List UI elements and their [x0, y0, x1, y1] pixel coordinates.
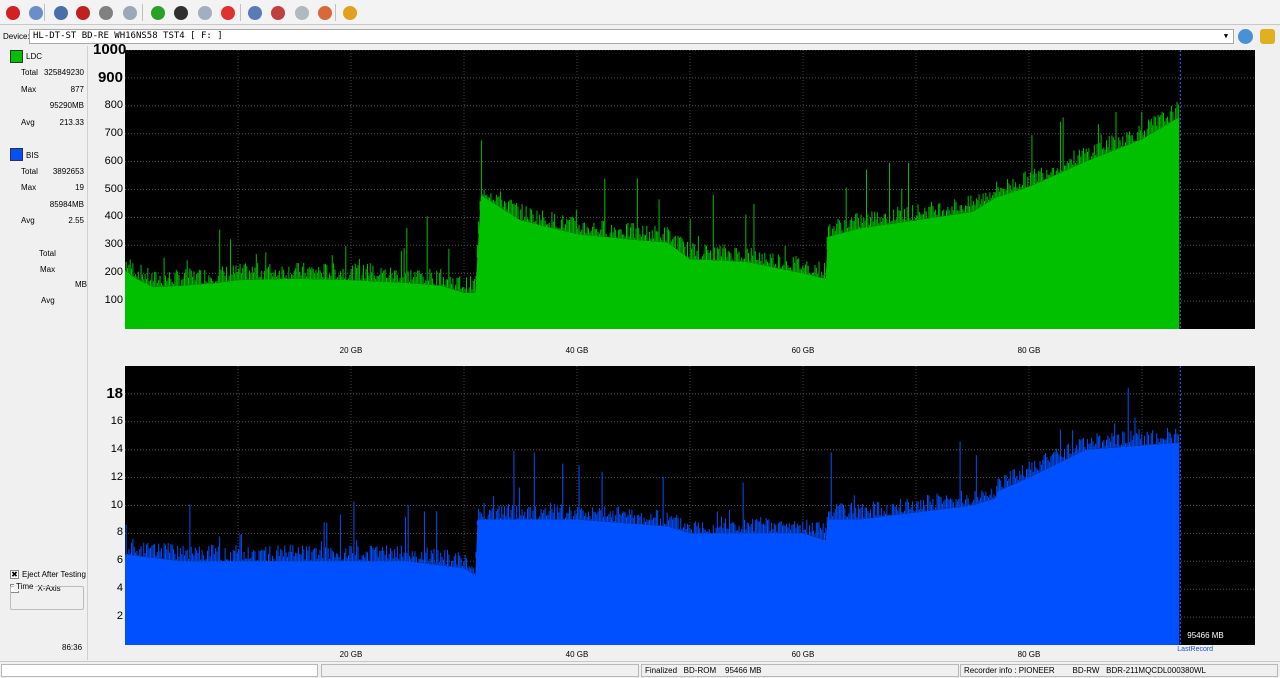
y-tick-label: 8 — [116, 526, 123, 539]
toolbar-separator — [240, 4, 241, 21]
ldc-chart — [125, 50, 1255, 329]
copy-disc-icon[interactable] — [120, 3, 139, 22]
y-tick-label: 700 — [104, 126, 123, 139]
time-label: Time — [14, 582, 36, 591]
x-tick-label: 40 GB — [565, 346, 589, 355]
device-select[interactable]: HL-DT-ST BD-RE WH16NS58 TST4 [ F: ] ▼ — [29, 29, 1234, 44]
extra-max-label: Max — [40, 265, 56, 274]
y-tick-label: 600 — [104, 154, 123, 167]
toolbar-separator — [335, 4, 336, 21]
bis-total-value: 3892653 — [52, 167, 84, 176]
y-tick-label: 12 — [110, 470, 123, 483]
stop-icon[interactable] — [218, 3, 237, 22]
bis-plot: 95466 MB — [125, 366, 1255, 645]
power-icon[interactable] — [3, 3, 22, 22]
ldc-avg-value: 213.33 — [59, 118, 84, 127]
extra-mb-label: MB — [75, 280, 87, 289]
device-bar: Device: HL-DT-ST BD-RE WH16NS58 TST4 [ F… — [0, 27, 1280, 46]
ldc-title: LDC — [26, 52, 43, 61]
extra-total-label: Total — [39, 249, 56, 258]
bis-title: BIS — [26, 151, 39, 160]
y-tick-label: 16 — [110, 414, 123, 427]
refresh-icon[interactable] — [148, 3, 167, 22]
bis-max-label: Max — [21, 183, 37, 192]
bis-max-position: 85984MB — [49, 200, 84, 209]
recorder-info: Recorder info : PIONEER BD-RW BDR-211MQC… — [960, 664, 1278, 677]
y-tick-label: 500 — [104, 182, 123, 195]
x-tick-label: 60 GB — [791, 346, 815, 355]
y-tick-label: 1000 — [93, 41, 127, 58]
y-tick-label: 200 — [104, 266, 123, 279]
bis-chart: 95466 MB — [125, 366, 1255, 645]
disc-red-icon[interactable] — [73, 3, 92, 22]
progress-field — [1, 664, 318, 677]
ldc-max-position: 95290MB — [49, 101, 84, 110]
y-tick-label: 18 — [106, 384, 123, 402]
burn-icon[interactable] — [171, 3, 190, 22]
y-tick-label: 900 — [97, 68, 123, 86]
side-panel: LDC Total 325849230 Max 877 95290MB Avg … — [0, 46, 88, 660]
x-tick-label: 80 GB — [1017, 346, 1041, 355]
status-message — [321, 664, 639, 677]
verify-icon[interactable] — [195, 3, 214, 22]
eraser-icon[interactable] — [268, 3, 287, 22]
y-tick-label: 6 — [116, 554, 123, 567]
ldc-avg-label: Avg — [21, 118, 35, 127]
bis-max-value: 19 — [75, 183, 84, 192]
ldc-total-value: 325849230 — [43, 68, 84, 77]
toolbar — [0, 0, 1280, 25]
series-area — [125, 442, 1180, 645]
disc-info: Finalized BD-ROM 95466 MB — [641, 664, 959, 677]
series-area — [125, 116, 1180, 329]
toolbar-separator — [44, 4, 45, 21]
disc-blank-icon[interactable] — [245, 3, 264, 22]
ldc-max-value: 877 — [70, 85, 84, 94]
y-tick-label: 400 — [104, 210, 123, 223]
x-tick-label: 80 GB — [1017, 650, 1041, 659]
bis-color-swatch[interactable] — [10, 148, 23, 161]
bis-total-label: Total — [21, 167, 38, 176]
y-tick-label: 100 — [104, 294, 123, 307]
chart-icon[interactable] — [340, 3, 359, 22]
y-tick-label: 800 — [104, 98, 123, 111]
ldc-total-label: Total — [21, 68, 38, 77]
eject-after-testing-checkbox[interactable]: ✖ — [10, 570, 19, 579]
bis-avg-value: 2.55 — [68, 216, 84, 225]
device-value: HL-DT-ST BD-RE WH16NS58 TST4 [ F: ] — [33, 31, 223, 41]
y-tick-label: 4 — [116, 582, 123, 595]
last-record-label: LastRecord — [1177, 646, 1214, 653]
chevron-down-icon[interactable]: ▼ — [1221, 30, 1231, 43]
y-tick-label: 10 — [110, 498, 123, 511]
ldc-color-swatch[interactable] — [10, 50, 23, 63]
x-tick-label: 60 GB — [791, 650, 815, 659]
drive-info-icon[interactable] — [51, 3, 70, 22]
lock-icon[interactable] — [1260, 29, 1275, 44]
scan-icon[interactable] — [292, 3, 311, 22]
y-tick-label: 2 — [116, 610, 123, 623]
status-bar: Finalized BD-ROM 95466 MB Recorder info … — [0, 661, 1280, 678]
disc-gray-icon[interactable] — [96, 3, 115, 22]
bis-avg-label: Avg — [21, 216, 35, 225]
extra-avg-label: Avg — [41, 296, 55, 305]
eject-icon[interactable] — [1238, 29, 1253, 44]
wrench-icon[interactable] — [26, 3, 45, 22]
y-tick-label: 14 — [110, 442, 123, 455]
x-tick-label: 20 GB — [339, 650, 363, 659]
palette-icon[interactable] — [315, 3, 334, 22]
end-position-annotation: 95466 MB — [1187, 631, 1223, 640]
toolbar-separator — [142, 4, 143, 21]
eject-after-testing-label: Eject After Testing — [22, 570, 86, 579]
x-tick-label: 40 GB — [565, 650, 589, 659]
device-label: Device: — [3, 32, 30, 41]
x-tick-label: 20 GB — [339, 346, 363, 355]
ldc-plot — [125, 50, 1255, 329]
y-tick-label: 300 — [104, 238, 123, 251]
ldc-max-label: Max — [21, 85, 37, 94]
